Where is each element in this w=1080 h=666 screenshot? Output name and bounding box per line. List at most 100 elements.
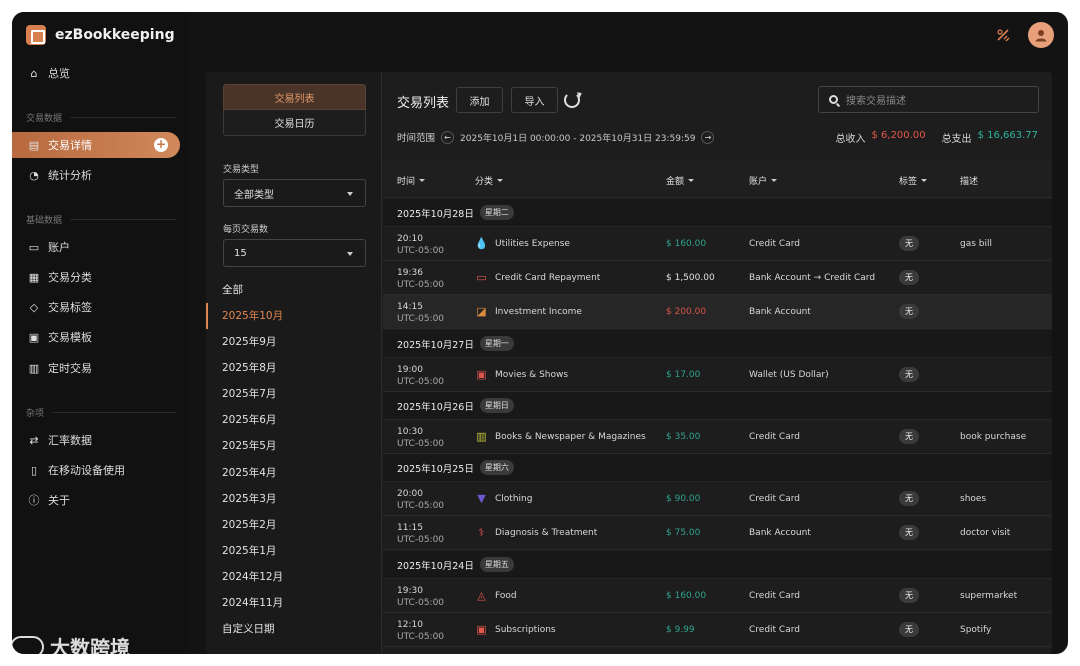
per-page-label: 每页交易数 <box>223 225 269 235</box>
caret-down-icon <box>347 252 353 256</box>
tx-time: 10:30 UTC-05:00 <box>397 427 445 449</box>
info-icon: ⓘ <box>28 494 40 507</box>
tab-transaction-list[interactable]: 交易列表 <box>223 84 366 110</box>
pie-chart-icon: ◔ <box>29 168 39 182</box>
add-transaction-icon[interactable]: + <box>154 138 168 152</box>
month-item[interactable]: 2025年9月 <box>222 333 276 351</box>
per-page-select[interactable]: 15 <box>223 239 366 267</box>
per-page-select-value: 15 <box>234 247 247 259</box>
active-month-indicator <box>206 303 208 329</box>
date-group-header: 2025年10月28日 星期二 <box>383 199 1052 227</box>
table-row[interactable]: 19:36 UTC-05:00 ▭ Credit Card Repayment $ 1,… <box>383 261 1052 295</box>
user-avatar-icon[interactable] <box>1028 22 1054 48</box>
table-row[interactable]: 14:15 UTC-05:00 ◪ Investment Income $ 200.00… <box>383 295 1052 329</box>
brand[interactable]: ezBookkeeping <box>26 25 175 45</box>
nav-exchange-rates[interactable]: ⇄ 汇率数据 <box>12 427 180 453</box>
month-item[interactable]: 2025年5月 <box>222 437 276 455</box>
table-row[interactable]: 20:10 UTC-05:00 💧 Utilities Expense $ 160.00… <box>383 227 1052 261</box>
nav-tx-detail[interactable]: ▤ 交易详情 + <box>12 132 180 158</box>
tx-tag-badge: 无 <box>899 525 919 540</box>
col-tags[interactable]: 标签 <box>899 174 928 187</box>
watermark: 大数跨境 <box>10 632 130 661</box>
tx-amount: $ 17.00 <box>666 370 701 380</box>
add-button[interactable]: 添加 <box>456 87 503 113</box>
type-select[interactable]: 全部类型 <box>223 179 366 207</box>
month-item[interactable]: 2024年11月 <box>222 594 283 612</box>
tx-tag-badge: 无 <box>899 236 919 251</box>
tx-tag-badge: 无 <box>899 491 919 506</box>
col-category[interactable]: 分类 <box>475 174 504 187</box>
date-range: 时间范围 ← 2025年10月1日 00:00:00 - 2025年10月31日… <box>397 130 715 144</box>
nav-scheduled[interactable]: ▥ 定时交易 <box>12 355 180 381</box>
table-row[interactable]: 19:00 UTC-05:00 ▣ Movies & Shows $ 17.00 Wall… <box>383 358 1052 392</box>
tx-category: ◪ Investment Income <box>476 305 582 318</box>
tx-category: ▣ Movies & Shows <box>476 368 569 381</box>
card-icon: ▭ <box>476 271 487 284</box>
app-logo-icon <box>26 25 46 45</box>
import-button[interactable]: 导入 <box>511 87 558 113</box>
refresh-icon[interactable] <box>564 92 580 108</box>
month-item[interactable]: 2025年8月 <box>222 359 276 377</box>
home-icon: ⌂ <box>30 66 38 80</box>
tx-amount: $ 35.00 <box>666 432 701 442</box>
nav-accounts[interactable]: ▭ 账户 <box>12 234 180 260</box>
nav-stats[interactable]: ◔ 统计分析 <box>12 162 180 188</box>
section-misc: 杂项 <box>26 406 176 419</box>
tx-tag-badge: 无 <box>899 429 919 444</box>
type-label: 交易类型 <box>223 165 260 175</box>
table-row[interactable]: 10:30 UTC-05:00 ▥ Books & Newspaper & Magaz… <box>383 420 1052 454</box>
month-item-active[interactable]: 2025年10月 <box>222 307 283 325</box>
search-input[interactable]: 搜索交易描述 <box>818 86 1039 113</box>
tx-tag-badge: 无 <box>899 367 919 382</box>
sort-caret-icon <box>497 179 504 182</box>
nav-about-label: 关于 <box>48 494 70 507</box>
col-amount[interactable]: 金额 <box>666 174 695 187</box>
custom-date-item[interactable]: 自定义日期 <box>222 620 275 638</box>
table-row[interactable]: 11:15 UTC-05:00 ⚕ Diagnosis & Treatment $ 75… <box>383 516 1052 550</box>
phone-icon: ▯ <box>30 463 38 477</box>
range-label: 时间范围 <box>397 133 436 144</box>
tx-time: 19:30 UTC-05:00 <box>397 586 445 608</box>
table-row[interactable]: 20:00 UTC-05:00 ▼ Clothing $ 90.00 Credit Car… <box>383 482 1052 516</box>
tab-transaction-calendar[interactable]: 交易日历 <box>223 110 366 136</box>
nav-about[interactable]: ⓘ 关于 <box>12 487 180 513</box>
nav-mobile[interactable]: ▯ 在移动设备使用 <box>12 457 180 483</box>
month-item[interactable]: 2025年7月 <box>222 385 276 403</box>
col-time[interactable]: 时间 <box>397 174 426 187</box>
prev-range-icon[interactable]: ← <box>441 130 455 144</box>
month-item[interactable]: 2025年4月 <box>222 464 276 482</box>
month-item[interactable]: 2025年6月 <box>222 411 276 429</box>
nav-tags-label: 交易标签 <box>48 301 92 314</box>
nav-stats-label: 统计分析 <box>48 169 92 182</box>
month-item[interactable]: 2024年12月 <box>222 568 283 586</box>
page-title: 交易列表 <box>397 96 450 111</box>
col-account[interactable]: 账户 <box>749 174 778 187</box>
next-range-icon[interactable]: → <box>701 130 715 144</box>
month-item[interactable]: 2025年1月 <box>222 542 276 560</box>
type-select-value: 全部类型 <box>234 189 274 201</box>
nav-categories[interactable]: ▦ 交易分类 <box>12 264 180 290</box>
tx-category: 💧 Utilities Expense <box>474 237 570 250</box>
tx-description: shoes <box>960 494 987 504</box>
theme-toggle-icon[interactable] <box>990 22 1016 48</box>
watermark-logo-icon <box>10 635 44 658</box>
book-icon: ▥ <box>476 430 487 443</box>
table-row[interactable]: 12:10 UTC-05:00 ▣ Subscriptions $ 9.99 Credit… <box>383 613 1052 647</box>
table-row[interactable]: 19:30 UTC-05:00 ◬ Food $ 160.00 Credit Card 无 s… <box>383 579 1052 613</box>
nav-mobile-label: 在移动设备使用 <box>48 464 125 477</box>
nav-templates[interactable]: ▣ 交易模板 <box>12 324 180 350</box>
tx-category: ◬ Food <box>475 589 516 602</box>
tx-category: ▭ Credit Card Repayment <box>476 271 601 284</box>
month-item[interactable]: 全部 <box>222 281 243 299</box>
date-group-header: 2025年10月27日 星期一 <box>383 330 1052 358</box>
nav-tags[interactable]: ◇ 交易标签 <box>12 294 180 320</box>
tx-amount: $ 75.00 <box>666 528 701 538</box>
nav-overview[interactable]: ⌂ 总览 <box>12 60 180 86</box>
tx-time: 20:00 UTC-05:00 <box>397 489 445 511</box>
nav-scheduled-label: 定时交易 <box>48 362 92 375</box>
month-item[interactable]: 2025年3月 <box>222 490 276 508</box>
list-icon: ▤ <box>28 138 40 152</box>
month-item[interactable]: 2025年2月 <box>222 516 276 534</box>
date-group-header: 2025年10月25日 星期六 <box>383 454 1052 482</box>
nav-categories-label: 交易分类 <box>48 271 92 284</box>
